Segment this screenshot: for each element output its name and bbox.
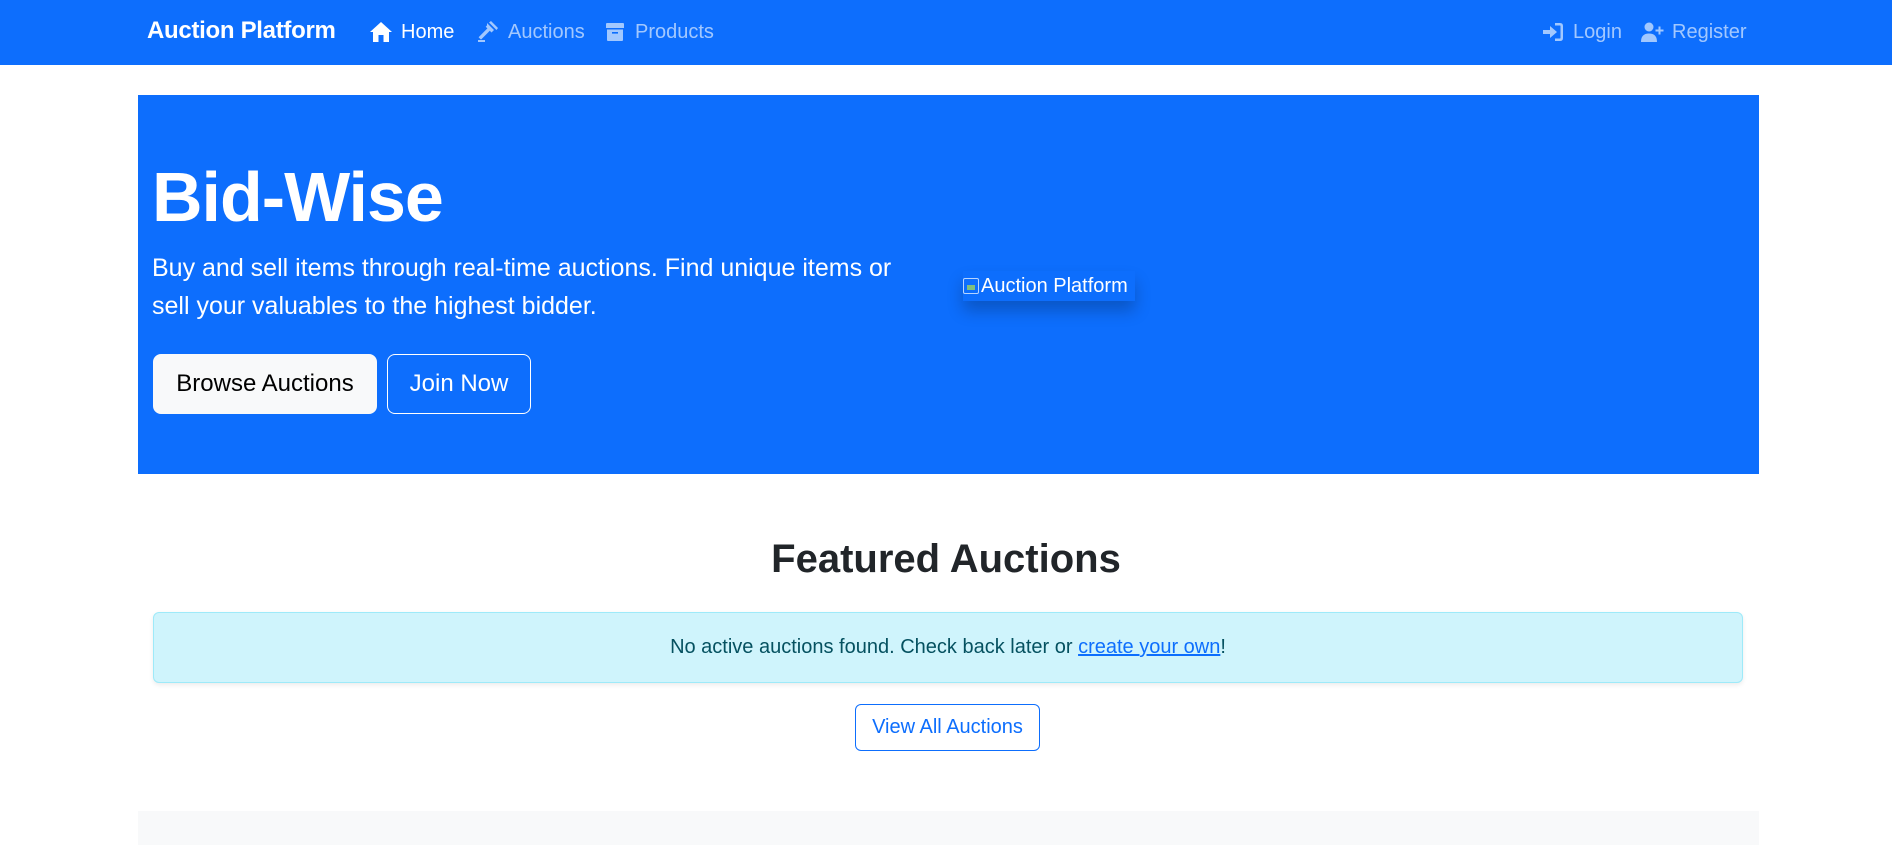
nav-item-login[interactable]: Login xyxy=(1541,18,1622,46)
nav-item-label: Products xyxy=(635,20,714,43)
alert-suffix: ! xyxy=(1220,636,1226,658)
top-navbar: Auction Platform Home Auctions Products … xyxy=(0,0,1892,65)
broken-image-icon xyxy=(963,278,979,294)
nav-item-home[interactable]: Home xyxy=(369,18,454,46)
view-all-auctions-button[interactable]: View All Auctions xyxy=(855,704,1040,751)
next-section-band xyxy=(138,811,1759,845)
nav-item-auctions[interactable]: Auctions xyxy=(476,18,585,46)
browse-auctions-button[interactable]: Browse Auctions xyxy=(153,354,377,414)
alert-text: No active auctions found. Check back lat… xyxy=(670,636,1073,658)
nav-item-label: Login xyxy=(1573,20,1622,43)
nav-item-label: Home xyxy=(401,20,455,43)
create-your-own-link[interactable]: create your own xyxy=(1078,636,1220,659)
nav-item-products[interactable]: Products xyxy=(603,18,714,46)
gavel-icon xyxy=(478,21,498,42)
hero-title: Bid-Wise xyxy=(152,158,444,236)
home-icon xyxy=(370,22,392,42)
no-auctions-alert: No active auctions found. Check back lat… xyxy=(153,612,1743,683)
join-now-button[interactable]: Join Now xyxy=(387,354,531,414)
box-icon xyxy=(606,23,624,41)
hero-image: Auction Platform xyxy=(963,271,1135,301)
nav-item-register[interactable]: Register xyxy=(1640,18,1746,46)
nav-item-label: Auctions xyxy=(508,20,585,43)
brand-logo-text[interactable]: Auction Platform xyxy=(147,15,336,47)
hero-description: Buy and sell items through real-time auc… xyxy=(152,254,892,320)
nav-item-label: Register xyxy=(1672,20,1747,43)
featured-auctions-heading: Featured Auctions xyxy=(771,537,1121,581)
user-plus-icon xyxy=(1641,22,1664,42)
sign-in-icon xyxy=(1543,23,1563,41)
hero-banner: Bid-Wise Buy and sell items through real… xyxy=(138,95,1759,474)
hero-image-alt-text: Auction Platform xyxy=(981,274,1128,297)
